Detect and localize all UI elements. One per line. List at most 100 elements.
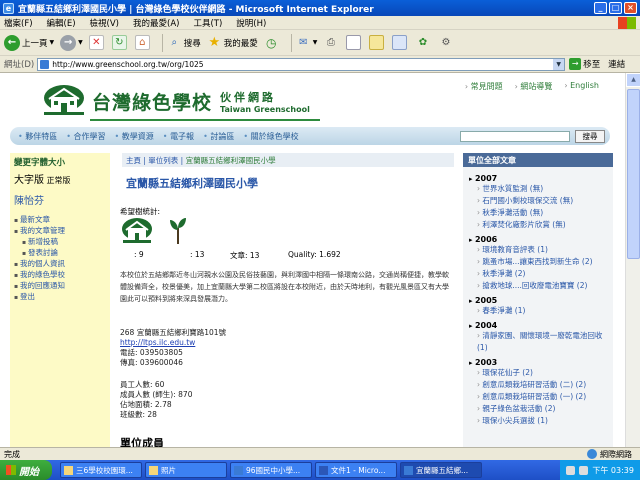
stop-icon[interactable]: ✕: [88, 35, 104, 50]
year-heading[interactable]: 2003: [469, 358, 607, 367]
article-link[interactable]: 環保小尖兵選拔 (1): [469, 415, 607, 427]
task-button[interactable]: 三6學校校園環...: [60, 462, 142, 478]
breadcrumb-home[interactable]: 主頁: [126, 156, 141, 165]
article-sidebar-header: 單位全部文章: [463, 153, 613, 167]
menu-latest-articles[interactable]: 最新文章: [14, 215, 106, 226]
minimize-icon[interactable]: _: [594, 2, 607, 14]
tool-icon[interactable]: ⚙: [438, 35, 453, 50]
article-link[interactable]: 秋季淨灘活動 (無): [469, 207, 607, 219]
year-heading[interactable]: 2004: [469, 321, 607, 330]
year-heading[interactable]: 2007: [469, 174, 607, 183]
nav-cooperative-learning[interactable]: 合作學習: [66, 131, 106, 142]
research-icon[interactable]: ✿: [415, 35, 430, 50]
article-link[interactable]: 跳蚤市場...讓東西找到新生命 (2): [469, 256, 607, 268]
windows-flag-icon: [618, 16, 636, 29]
article-link[interactable]: 環保花仙子 (2): [469, 367, 607, 379]
refresh-icon[interactable]: ↻: [111, 35, 127, 50]
tree-count: : 9: [134, 250, 144, 259]
scroll-up-icon[interactable]: ▲: [626, 73, 640, 87]
year-heading[interactable]: 2006: [469, 235, 607, 244]
tray-icon[interactable]: [579, 465, 589, 475]
sitemap-link[interactable]: 網站導覽: [515, 81, 552, 92]
print-icon[interactable]: ⎙: [323, 35, 338, 50]
start-button[interactable]: 開始: [0, 460, 52, 480]
article-link[interactable]: 搶救地球....回收廢電池寶寶 (2): [469, 280, 607, 292]
year-heading[interactable]: 2005: [469, 296, 607, 305]
scrollbar-thumb[interactable]: [627, 89, 640, 259]
breadcrumb-current: 宜蘭縣五結鄉利澤國民小學: [185, 156, 276, 165]
discuss-icon[interactable]: [369, 35, 385, 50]
menu-new-post[interactable]: 新增投稿: [14, 237, 106, 248]
article-link[interactable]: 創意瓜類栽培研習活動 (一) (2): [469, 391, 607, 403]
article-link[interactable]: 秋季淨灘 (2): [469, 268, 607, 280]
go-button[interactable]: → 移至: [569, 58, 600, 70]
window-titlebar[interactable]: e 宜蘭縣五結鄉利澤國民小學 | 台灣綠色學校伙伴網路 - Microsoft …: [0, 0, 640, 16]
nav-newsletter[interactable]: 電子報: [163, 131, 194, 142]
site-search-input[interactable]: [460, 131, 570, 142]
nav-about[interactable]: 關於綠色學校: [243, 131, 299, 142]
article-link[interactable]: 環境教育音評表 (1): [469, 244, 607, 256]
menu-edit[interactable]: 編輯(E): [47, 17, 76, 29]
back-button[interactable]: ← 上一頁 ▼: [4, 34, 55, 51]
close-icon[interactable]: ×: [624, 2, 637, 14]
task-button-active[interactable]: 宜蘭縣五結鄉...: [400, 462, 482, 478]
tray-icon[interactable]: [566, 465, 576, 475]
faq-link[interactable]: 常見問題: [465, 81, 503, 92]
menu-file[interactable]: 檔案(F): [4, 17, 33, 29]
home-icon[interactable]: ⌂: [134, 35, 150, 50]
task-button[interactable]: 文件1 - Micro...: [315, 462, 397, 478]
task-label: 文件1 - Micro...: [331, 465, 386, 475]
url-input[interactable]: http://www.greenschool.org.tw/org/1025 ▼: [37, 57, 566, 71]
nav-teaching-resources[interactable]: 教學資源: [115, 131, 154, 142]
article-link[interactable]: 春季淨灘 (1): [469, 305, 607, 317]
task-list: 三6學校校園環... 照片 96國民中小學... 文件1 - Micro... …: [60, 462, 482, 478]
school-website-link[interactable]: http://ltps.ilc.edu.tw: [120, 338, 226, 348]
menu-my-info[interactable]: 我的個人資訊: [14, 259, 106, 270]
font-big-link[interactable]: 大字版: [14, 175, 44, 186]
main-nav: 夥伴特區 合作學習 教學資源 電子報 討論區 關於綠色學校 搜尋: [10, 127, 610, 145]
menu-view[interactable]: 檢視(V): [90, 17, 119, 29]
vertical-scrollbar[interactable]: ▲ ▼: [625, 73, 640, 461]
menu-help[interactable]: 說明(H): [236, 17, 266, 29]
task-button[interactable]: 96國民中小學...: [230, 462, 312, 478]
article-link[interactable]: 利澤焚化廠影片欣賞 (無): [469, 219, 607, 231]
history-icon[interactable]: ◷: [264, 35, 279, 50]
article-link[interactable]: 創意瓜類栽培研習活動 (二) (2): [469, 379, 607, 391]
edit-icon[interactable]: [346, 35, 362, 50]
status-text: 完成: [4, 449, 20, 459]
article-link[interactable]: 親子綠色盆栽活動 (2): [469, 403, 607, 415]
menu-my-notifications[interactable]: 我的回應通知: [14, 281, 106, 292]
back-dropdown-icon[interactable]: ▼: [50, 39, 55, 46]
english-link[interactable]: English: [564, 81, 599, 92]
menu-tools[interactable]: 工具(T): [193, 17, 222, 29]
article-link[interactable]: 清靜家園、關懷環境一廢乾電池回收 (1): [469, 330, 607, 354]
menu-post-discussion[interactable]: 發表討論: [14, 248, 106, 259]
task-button[interactable]: 照片: [145, 462, 227, 478]
menu-my-articles[interactable]: 我的文章管理: [14, 226, 106, 237]
forward-button[interactable]: → ▼: [60, 34, 83, 51]
chevron-down-icon[interactable]: ▼: [553, 58, 565, 70]
menu-my-green-school[interactable]: 我的綠色學校: [14, 270, 106, 281]
menu-logout[interactable]: 登出: [14, 292, 106, 303]
nav-forum[interactable]: 討論區: [203, 131, 234, 142]
article-link[interactable]: 世界水質監測 (無): [469, 183, 607, 195]
site-search-button[interactable]: 搜尋: [575, 130, 605, 143]
window-title: 宜蘭縣五結鄉利澤國民小學 | 台灣綠色學校伙伴網路 - Microsoft In…: [18, 4, 374, 15]
font-size-title: 變更字體大小: [14, 158, 66, 168]
tree-house-icon: [122, 218, 152, 243]
links-label[interactable]: 連結: [608, 58, 625, 70]
messenger-icon[interactable]: [392, 35, 408, 50]
folder-icon: [149, 465, 158, 475]
mail-icon[interactable]: ✉: [296, 35, 311, 50]
site-logo[interactable]: 台灣綠色學校 伙伴網路 Taiwan Greenschool: [40, 83, 310, 119]
forward-dropdown-icon[interactable]: ▼: [78, 39, 83, 46]
article-link[interactable]: 石門國小剩校環保交流 (無): [469, 195, 607, 207]
font-normal-link[interactable]: 正常版: [47, 176, 71, 185]
favorites-button[interactable]: ★ 我的最愛: [207, 35, 257, 50]
nav-partner-zone[interactable]: 夥伴特區: [18, 131, 57, 142]
menu-favorites[interactable]: 我的最愛(A): [133, 17, 179, 29]
breadcrumb-list[interactable]: 單位列表: [148, 156, 178, 165]
search-button[interactable]: ⌕ 搜尋: [167, 35, 200, 50]
maximize-icon[interactable]: □: [609, 2, 622, 14]
site-title: 台灣綠色學校: [92, 91, 213, 114]
